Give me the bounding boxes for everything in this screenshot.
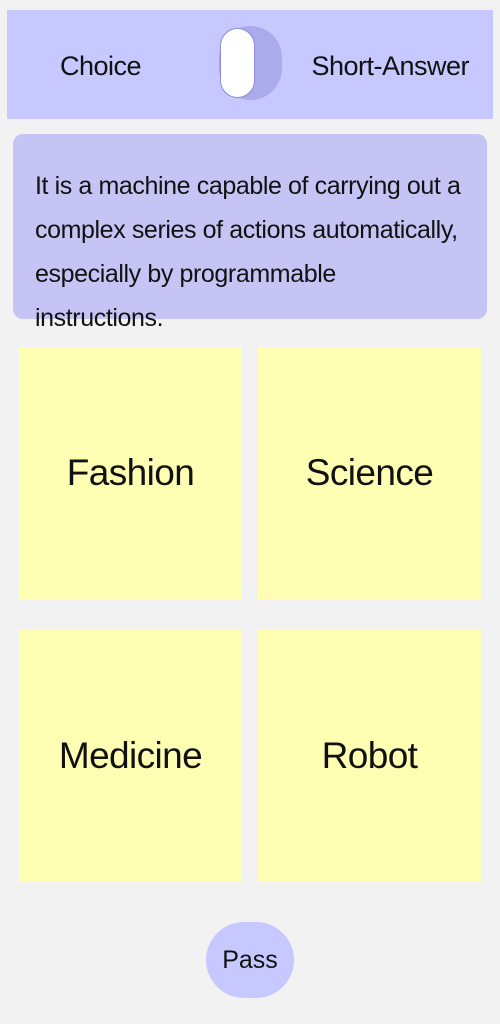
answer-option-medicine[interactable]: Medicine [19, 630, 242, 882]
question-text: It is a machine capable of carrying out … [35, 172, 461, 332]
answer-label: Fashion [66, 452, 195, 493]
choice-mode-label: Choice [60, 51, 142, 81]
answer-option-fashion[interactable]: Fashion [19, 347, 242, 599]
pass-button[interactable]: Pass [206, 922, 294, 998]
pass-button-label: Pass [222, 945, 278, 974]
toggle-knob [220, 28, 255, 98]
answer-label: Science [305, 452, 434, 493]
mode-toggle-switch[interactable] [219, 26, 282, 100]
question-card: It is a machine capable of carrying out … [13, 134, 487, 332]
answer-label: Robot [321, 735, 418, 776]
mode-switch-bar: Choice Short-Answer [7, 10, 493, 119]
answer-option-robot[interactable]: Robot [258, 630, 481, 882]
short-answer-mode-label: Short-Answer [311, 51, 469, 81]
answer-label: Medicine [58, 735, 203, 776]
answer-option-science[interactable]: Science [258, 347, 481, 599]
